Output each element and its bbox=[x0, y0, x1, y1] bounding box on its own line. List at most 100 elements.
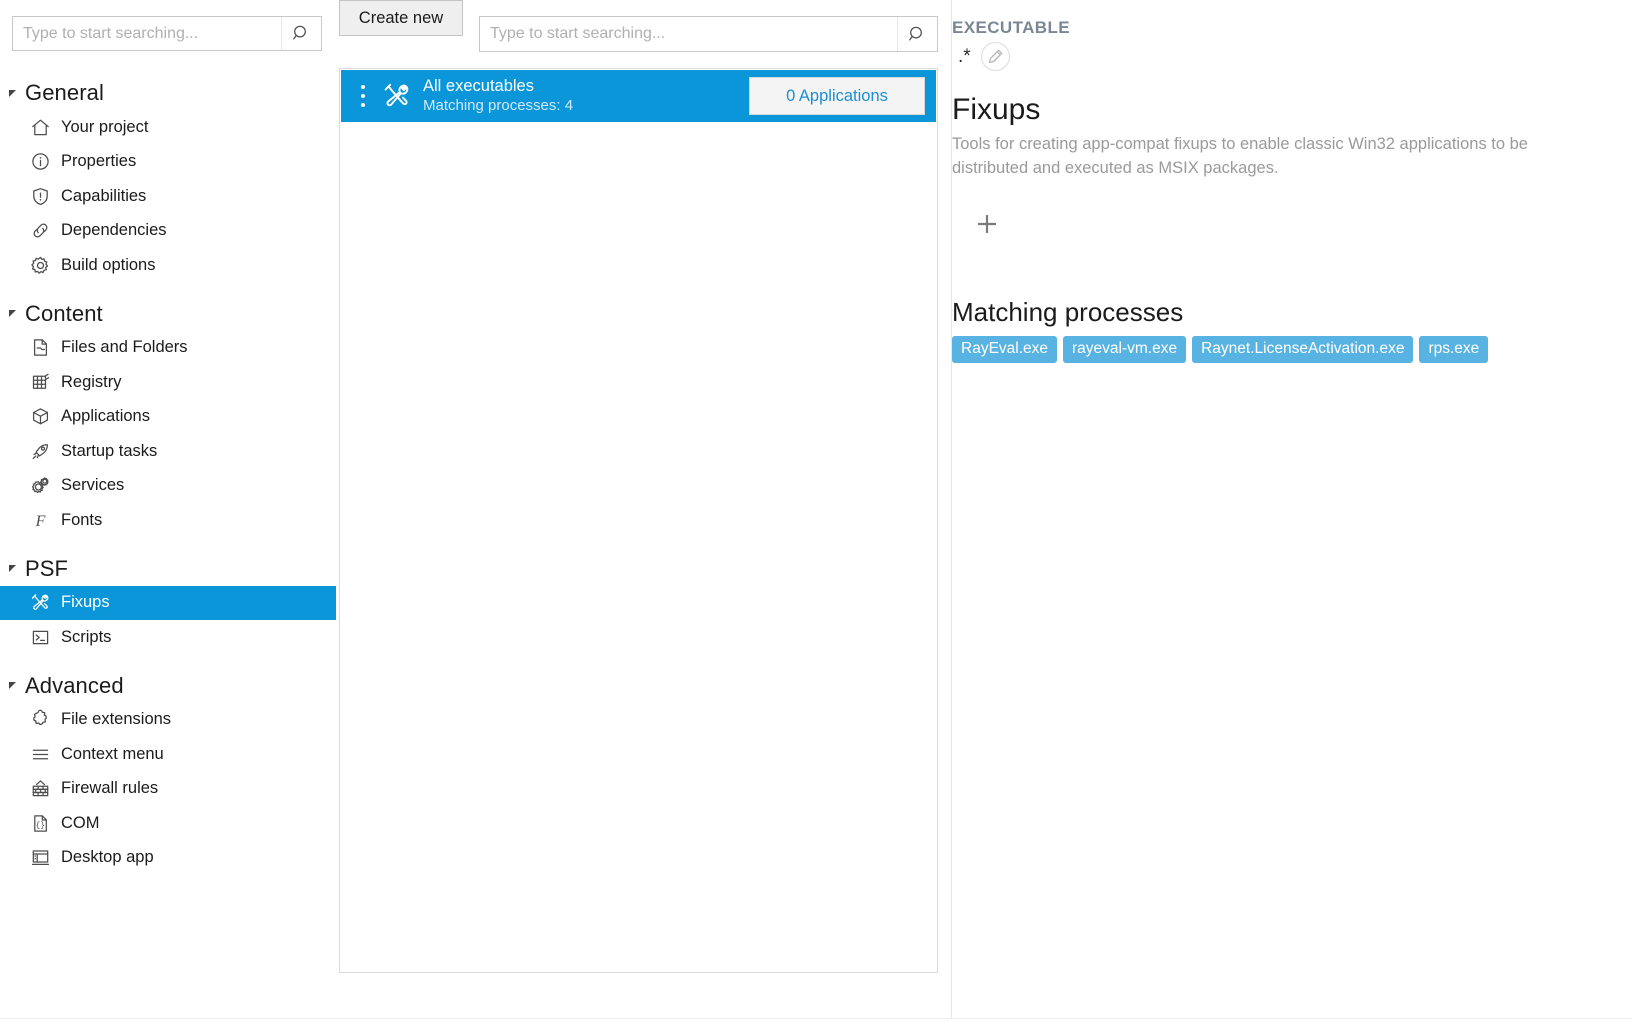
tools-icon bbox=[29, 592, 51, 614]
firewall-brick-icon bbox=[29, 778, 51, 800]
process-tag: rps.exe bbox=[1419, 336, 1488, 363]
sidebar-item-your-project[interactable]: Your project bbox=[0, 110, 336, 145]
info-circle-icon bbox=[29, 151, 51, 173]
app-root: General Your project Properties Capabilitie… bbox=[0, 0, 1632, 1030]
hamburger-lines-icon bbox=[29, 743, 51, 765]
sidebar-item-label: Build options bbox=[61, 256, 155, 275]
pencil-edit-icon[interactable] bbox=[981, 42, 1010, 71]
sidebar-item-startup-tasks[interactable]: Startup tasks bbox=[0, 434, 336, 469]
sidebar-item-label: Registry bbox=[61, 373, 122, 392]
sidebar-item-label: Properties bbox=[61, 152, 136, 171]
sidebar-item-fixups[interactable]: Fixups bbox=[0, 586, 336, 621]
sidebar-nav: General Your project Properties Capabilitie… bbox=[0, 62, 336, 875]
sidebar-item-label: Capabilities bbox=[61, 187, 146, 206]
cube-box-icon bbox=[29, 406, 51, 428]
console-prompt-icon bbox=[29, 626, 51, 648]
expand-triangle-icon[interactable] bbox=[5, 86, 19, 100]
sidebar-item-fonts[interactable]: F Fonts bbox=[0, 503, 336, 538]
link-chain-icon bbox=[29, 220, 51, 242]
process-tag: Raynet.LicenseActivation.exe bbox=[1192, 336, 1413, 363]
center-panel: Create new bbox=[339, 0, 939, 1030]
sidebar-search[interactable] bbox=[12, 16, 322, 51]
process-tag: rayeval-vm.exe bbox=[1063, 336, 1186, 363]
sidebar-item-label: Context menu bbox=[61, 745, 164, 764]
svg-text:{}: {} bbox=[35, 821, 45, 830]
sidebar-item-properties[interactable]: Properties bbox=[0, 145, 336, 180]
sidebar-group-psf[interactable]: PSF bbox=[0, 552, 336, 586]
rocket-icon bbox=[29, 440, 51, 462]
sidebar-item-com[interactable]: {} COM bbox=[0, 806, 336, 841]
sidebar-item-registry[interactable]: Registry bbox=[0, 365, 336, 400]
home-icon bbox=[29, 116, 51, 138]
sidebar-item-label: Desktop app bbox=[61, 848, 154, 867]
applications-count-button[interactable]: 0 Applications bbox=[749, 77, 925, 115]
expand-triangle-icon[interactable] bbox=[5, 307, 19, 321]
sidebar-item-label: Fixups bbox=[61, 593, 110, 612]
row-title: All executables bbox=[423, 77, 749, 96]
page-description: Tools for creating app-compat fixups to … bbox=[952, 133, 1548, 181]
sidebar-search-input[interactable] bbox=[13, 17, 281, 50]
sidebar-group-content[interactable]: Content bbox=[0, 297, 336, 331]
matching-processes-tags: RayEval.exerayeval-vm.exeRaynet.LicenseA… bbox=[952, 336, 1592, 363]
gear-icon bbox=[29, 254, 51, 276]
sidebar-group-label: Advanced bbox=[25, 673, 124, 699]
add-fixup-button[interactable] bbox=[968, 205, 1006, 243]
sidebar-item-label: Files and Folders bbox=[61, 338, 188, 357]
page-title: Fixups bbox=[952, 93, 1040, 127]
puzzle-icon bbox=[29, 709, 51, 731]
window-bottom-divider bbox=[0, 1018, 1632, 1019]
svg-text:F: F bbox=[34, 513, 45, 530]
kebab-menu-icon[interactable] bbox=[349, 85, 377, 107]
search-icon[interactable] bbox=[897, 17, 937, 51]
sidebar-group-label: PSF bbox=[25, 556, 68, 582]
sidebar-item-label: Scripts bbox=[61, 628, 111, 647]
sidebar-item-services[interactable]: Services bbox=[0, 469, 336, 504]
sidebar-item-context-menu[interactable]: Context menu bbox=[0, 737, 336, 772]
row-subtitle: Matching processes: 4 bbox=[423, 97, 749, 115]
sidebar-item-files-and-folders[interactable]: Files and Folders bbox=[0, 331, 336, 366]
tools-icon bbox=[377, 81, 417, 111]
sidebar-item-label: Applications bbox=[61, 407, 150, 426]
center-search[interactable] bbox=[479, 16, 938, 52]
sidebar: General Your project Properties Capabilitie… bbox=[0, 0, 336, 1018]
create-new-button[interactable]: Create new bbox=[339, 0, 463, 36]
table-row[interactable]: All executables Matching processes: 4 0 … bbox=[341, 70, 936, 122]
sidebar-group-general[interactable]: General bbox=[0, 76, 336, 110]
center-search-input[interactable] bbox=[480, 17, 897, 51]
sidebar-item-desktop-app[interactable]: Desktop app bbox=[0, 841, 336, 876]
sidebar-item-label: Services bbox=[61, 476, 124, 495]
plus-icon bbox=[972, 209, 1002, 239]
sidebar-item-dependencies[interactable]: Dependencies bbox=[0, 214, 336, 249]
sidebar-item-build-options[interactable]: Build options bbox=[0, 248, 336, 283]
sidebar-item-label: Firewall rules bbox=[61, 779, 158, 798]
sidebar-item-label: Fonts bbox=[61, 511, 102, 530]
sidebar-item-file-extensions[interactable]: File extensions bbox=[0, 703, 336, 738]
code-document-icon: {} bbox=[29, 812, 51, 834]
row-text-block: All executables Matching processes: 4 bbox=[417, 77, 749, 114]
search-icon[interactable] bbox=[281, 17, 321, 50]
sidebar-item-label: Dependencies bbox=[61, 221, 167, 240]
expand-triangle-icon[interactable] bbox=[5, 679, 19, 693]
gears-icon bbox=[29, 475, 51, 497]
sidebar-group-label: General bbox=[25, 80, 104, 106]
registry-grid-icon bbox=[29, 371, 51, 393]
sidebar-group-advanced[interactable]: Advanced bbox=[0, 669, 336, 703]
executable-value: .* bbox=[952, 47, 971, 66]
details-panel: EXECUTABLE .* Fixups Tools for creating … bbox=[952, 0, 1632, 1030]
sidebar-item-label: File extensions bbox=[61, 710, 171, 729]
executable-value-row: .* bbox=[952, 42, 1010, 71]
shield-icon bbox=[29, 185, 51, 207]
matching-processes-heading: Matching processes bbox=[952, 297, 1183, 328]
sidebar-item-label: COM bbox=[61, 814, 100, 833]
executable-kicker: EXECUTABLE bbox=[952, 18, 1070, 38]
sidebar-item-scripts[interactable]: Scripts bbox=[0, 620, 336, 655]
sidebar-item-label: Your project bbox=[61, 118, 148, 137]
expand-triangle-icon[interactable] bbox=[5, 562, 19, 576]
sidebar-item-applications[interactable]: Applications bbox=[0, 400, 336, 435]
sidebar-item-label: Startup tasks bbox=[61, 442, 157, 461]
process-tag: RayEval.exe bbox=[952, 336, 1057, 363]
font-f-icon: F bbox=[29, 509, 51, 531]
sidebar-item-firewall-rules[interactable]: Firewall rules bbox=[0, 772, 336, 807]
sidebar-group-label: Content bbox=[25, 301, 103, 327]
sidebar-item-capabilities[interactable]: Capabilities bbox=[0, 179, 336, 214]
